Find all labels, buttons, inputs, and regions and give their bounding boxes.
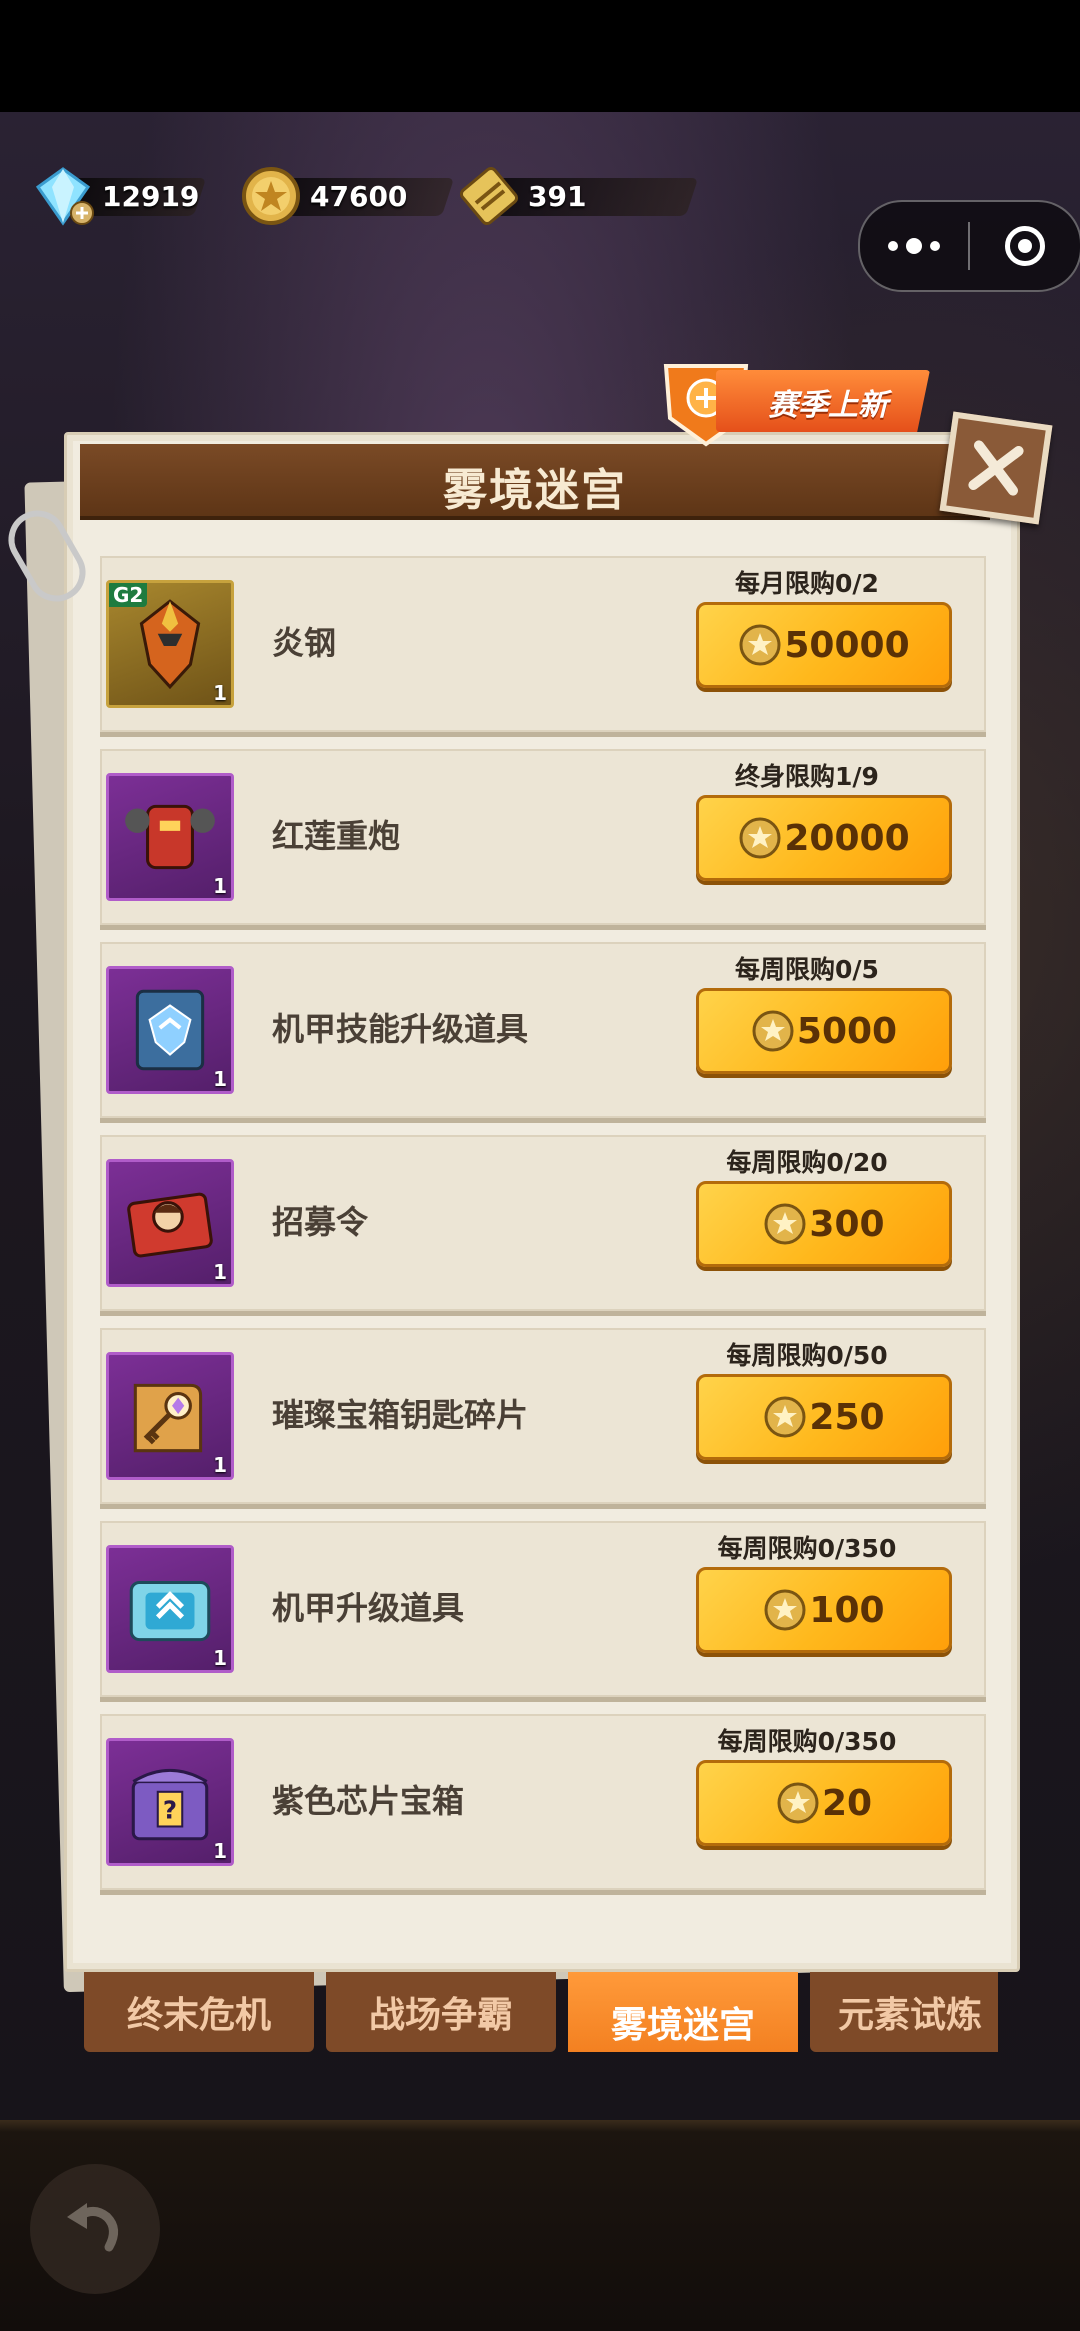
item-icon-mech-honglian[interactable]: 1: [106, 773, 234, 901]
ticket-count: 391: [528, 179, 587, 213]
item-icon-recruit-ticket[interactable]: 1: [106, 1159, 234, 1287]
panel-title: 雾境迷宫: [443, 465, 627, 516]
more-button[interactable]: [860, 202, 968, 290]
item-name: 紫色芯片宝箱: [272, 1782, 465, 1820]
purchase-limit: 每月限购0/2: [735, 569, 879, 598]
panel-header: 雾境迷宫: [80, 444, 990, 520]
item-icon-mech-upgrade[interactable]: 1: [106, 1545, 234, 1673]
upgrade-chip-icon: [129, 1580, 211, 1642]
tab-zhanchang[interactable]: 战场争霸: [326, 1972, 556, 2052]
item-name: 招募令: [272, 1203, 369, 1241]
gold-coin-icon: [739, 817, 781, 859]
shop-item-mech-upgrade: 1 机甲升级道具 每周限购0/350 100: [100, 1521, 986, 1697]
purchase-limit: 每周限购0/5: [735, 955, 879, 984]
buy-button[interactable]: 20000: [696, 795, 952, 881]
item-quantity: 1: [213, 1260, 227, 1284]
exit-button[interactable]: [970, 226, 1080, 266]
gold-coin-icon: [739, 624, 781, 666]
shop-item-skill-upgrade: 1 机甲技能升级道具 每周限购0/5 5000: [100, 942, 986, 1118]
close-button[interactable]: [939, 411, 1053, 525]
tab-label: 战场争霸: [368, 1995, 513, 2036]
tab-label: 雾境迷宫: [610, 2005, 755, 2046]
item-icon-mech-yangang[interactable]: G2 1: [106, 580, 234, 708]
tab-label: 元素试炼: [838, 1995, 983, 2036]
diamond-icon: [35, 167, 94, 226]
buy-button[interactable]: 300: [696, 1181, 952, 1267]
tab-label: 终末危机: [126, 1995, 271, 2036]
item-quantity: 1: [213, 874, 227, 898]
back-button[interactable]: [30, 2164, 160, 2294]
item-quantity: 1: [213, 1646, 227, 1670]
season-badge-label: 赛季上新: [768, 388, 888, 423]
item-price: 250: [809, 1396, 885, 1438]
shop-item-purple-chip-chest: ? 1 紫色芯片宝箱 每周限购0/350 20: [100, 1714, 986, 1890]
mystery-chest-icon: ?: [131, 1768, 209, 1841]
gold-coin-icon: [764, 1396, 806, 1438]
item-price: 300: [809, 1203, 885, 1245]
item-price: 5000: [796, 1010, 898, 1052]
item-icon-key-fragment[interactable]: 1: [106, 1352, 234, 1480]
item-price: 20: [821, 1782, 873, 1824]
purchase-limit: 每周限购0/350: [717, 1727, 897, 1756]
item-price: 20000: [784, 817, 910, 859]
item-price: 100: [809, 1589, 885, 1631]
status-bar-area: [0, 0, 1080, 112]
buy-button[interactable]: 5000: [696, 988, 952, 1074]
currency-diamond[interactable]: 12919: [30, 167, 207, 226]
item-name: 红莲重炮: [272, 817, 401, 855]
category-tabs: 终末危机 战场争霸 雾境迷宫 元素试炼: [84, 1972, 998, 2052]
grade-badge: G2: [109, 583, 148, 607]
shop-item-key-fragment: 1 璀璨宝箱钥匙碎片 每周限购0/50 250: [100, 1328, 986, 1504]
gold-coin-icon: [764, 1203, 806, 1245]
shop-item-yangang: G2 1 炎钢 每月限购0/2 50000: [100, 556, 986, 732]
item-name: 机甲技能升级道具: [272, 1010, 529, 1048]
purchase-limit: 每周限购0/350: [717, 1534, 897, 1563]
purchase-limit: 每周限购0/20: [726, 1148, 888, 1177]
tab-yuansu[interactable]: 元素试炼: [810, 1972, 998, 2052]
item-quantity: 1: [213, 681, 227, 705]
buy-button[interactable]: 50000: [696, 602, 952, 688]
svg-text:?: ?: [163, 1795, 177, 1824]
shop-item-recruit-ticket: 1 招募令 每周限购0/20 300: [100, 1135, 986, 1311]
item-name: 机甲升级道具: [272, 1589, 465, 1627]
item-price: 50000: [784, 624, 910, 666]
item-name: 璀璨宝箱钥匙碎片: [272, 1396, 529, 1434]
key-fragment-icon: [133, 1383, 203, 1453]
purchase-limit: 每周限购0/50: [726, 1341, 888, 1370]
tab-wujing[interactable]: 雾境迷宫: [568, 1972, 798, 2052]
buy-button[interactable]: 20: [696, 1760, 952, 1846]
gold-coin-icon: [752, 1010, 794, 1052]
purchase-limit: 终身限购1/9: [735, 762, 879, 791]
item-icon-chip-chest[interactable]: ? 1: [106, 1738, 234, 1866]
gold-count: 47600: [310, 179, 408, 213]
gold-coin-icon: [242, 167, 300, 225]
mini-program-capsule: [858, 200, 1080, 292]
item-quantity: 1: [213, 1067, 227, 1091]
close-icon: [968, 440, 1024, 496]
item-icon-skill-book[interactable]: 1: [106, 966, 234, 1094]
currency-gold: 47600: [238, 167, 455, 225]
shop-item-list: G2 1 炎钢 每月限购0/2 50000 1 红莲重炮 终身限购1/9 200…: [100, 556, 986, 1907]
recruit-ticket-icon: [127, 1192, 213, 1258]
gold-coin-icon: [764, 1589, 806, 1631]
mech-icon: [139, 599, 201, 690]
diamond-count: 12919: [102, 179, 200, 213]
currency-ticket: 391: [456, 166, 699, 226]
item-quantity: 1: [213, 1453, 227, 1477]
gold-coin-icon: [777, 1782, 819, 1824]
buy-button[interactable]: 100: [696, 1567, 952, 1653]
target-icon: [1005, 226, 1045, 266]
back-arrow-icon: [67, 2203, 118, 2252]
shop-item-honglian: 1 红莲重炮 终身限购1/9 20000: [100, 749, 986, 925]
mech-icon: [125, 804, 215, 870]
buy-button[interactable]: 250: [696, 1374, 952, 1460]
bottom-bar: [0, 2120, 1080, 2331]
ticket-icon: [459, 166, 519, 226]
item-quantity: 1: [213, 1839, 227, 1863]
item-name: 炎钢: [272, 624, 337, 662]
season-new-badge: 赛季上新: [656, 356, 936, 452]
tab-zhongmo[interactable]: 终末危机: [84, 1972, 314, 2052]
skill-book-icon: [135, 989, 205, 1071]
